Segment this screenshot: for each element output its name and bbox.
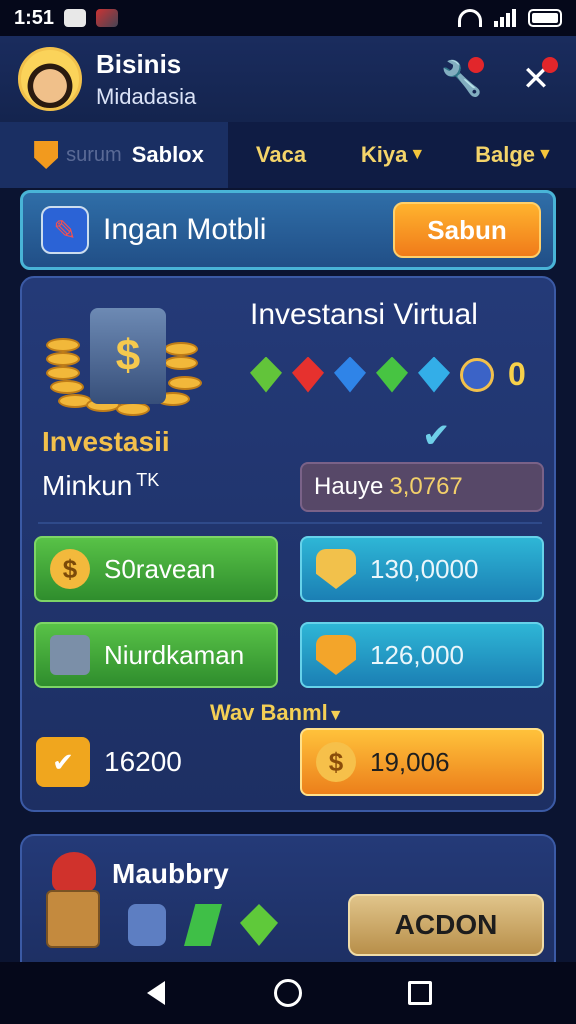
notification-dot [468,57,484,73]
shield-icon [128,904,166,946]
divider [38,522,542,524]
bonus-label[interactable]: Wav Banml▼ [210,700,344,726]
balance-button[interactable]: 130,0000 [300,536,544,602]
green-gem-icon [240,904,278,946]
dollar-icon: $ [90,308,166,404]
status-time: 1:51 [14,6,55,29]
user-subtitle: Midadasia [96,83,197,109]
tab-label: Kiya [360,142,408,167]
tab-hint: surum [66,143,122,166]
investment-panel: $ Investasii Minkun TK Investansi Virtual… [20,276,556,812]
bonus-stat: ✔ 16200 [36,732,182,792]
shield-value-button[interactable]: 126,000 [300,622,544,688]
coin-icon: $ [316,742,356,782]
bag-icon [52,852,96,892]
user-info: Bisinis Midadasia [96,49,196,110]
tab-balge[interactable]: Balge ▼ [452,122,576,188]
wifi-icon [458,9,482,27]
chevron-down-icon: ▼ [537,146,553,163]
ticket-icon: ✔ [36,737,90,787]
chevron-down-icon: ▼ [327,707,344,724]
notification-dot [542,57,558,73]
avatar[interactable] [18,47,82,111]
button-label: Niurdkaman [104,639,245,670]
recents-button[interactable] [400,973,440,1013]
button-value: 126,000 [370,639,464,670]
chevron-down-icon: ▼ [409,146,426,163]
button-value: 130,0000 [370,553,479,584]
tab-label: Sablox [131,142,204,167]
tab-bar: surum Sablox Vaca Kiya ▼ Balge ▼ [0,122,576,188]
tab-label: Balge [475,142,536,167]
bonus-value: 16200 [104,746,182,777]
home-icon [274,979,302,1007]
gem-count: 0 [508,356,526,392]
arrow-icon [184,904,222,946]
value-display: Hauye 3,0767 [300,462,544,512]
wrench-button[interactable]: 🔧 [440,57,484,101]
bag-icon [50,635,90,675]
home-button[interactable] [268,973,308,1013]
shield-icon [34,141,59,169]
investment-title: Investasii [42,426,170,457]
maubbry-panel: Maubbry ACDON [20,834,556,968]
profile-header: Bisinis Midadasia 🔧 ✕ [0,36,576,122]
recents-icon [408,981,432,1005]
coin-icon: $ [50,549,90,589]
gold-value-button[interactable]: $ 19,006 [300,728,544,796]
tab-sablox[interactable]: surum Sablox [0,122,228,188]
value-label: Hauye [314,473,384,500]
signal-icon [494,9,516,27]
back-button[interactable] [136,973,176,1013]
mobile-banner: ✎ Ingan Motbli Sabun [20,190,556,270]
investment-subtitle: Minkun TK [42,470,160,501]
user-name: Bisinis [96,48,182,79]
checkmark-icon: ✔ [422,417,451,455]
shield-icon [316,635,356,675]
game-notification-icon [96,9,119,27]
back-icon [147,981,165,1005]
banner-action-button[interactable]: Sabun [393,202,541,258]
system-nav-bar [0,962,576,1024]
coin-stack-icon: $ [46,298,202,418]
item-row [128,904,278,946]
gem-row: 0 [250,356,526,393]
panel-title: Maubbry [112,858,229,889]
banner-title: Ingan Motbli [103,213,267,246]
sorvean-button[interactable]: $ S0ravean [34,536,278,602]
status-bar: 1:51 [0,0,576,36]
pencil-icon: ✎ [41,206,89,254]
crate-icon [46,890,100,948]
clock-icon [460,357,494,392]
blue-gem-icon [334,356,366,393]
red-gem-icon [292,356,324,393]
tab-label: Vaca [255,142,307,167]
niurdkaman-button[interactable]: Niurdkaman [34,622,278,688]
battery-icon [528,9,562,27]
virtual-investment-title: Investansi Virtual [250,298,478,331]
notification-icon [64,9,87,27]
green-gem-icon [250,356,282,393]
tab-vaca[interactable]: Vaca [228,122,334,188]
button-label: S0ravean [104,553,216,584]
green-gem-icon [376,356,408,393]
cyan-gem-icon [418,356,450,393]
button-value: 19,006 [370,746,450,777]
value-amount: 3,0767 [389,473,463,500]
tools-button[interactable]: ✕ [514,57,558,101]
tab-kiya[interactable]: Kiya ▼ [334,122,452,188]
shield-icon [316,549,356,589]
action-button[interactable]: ACDON [348,894,544,956]
